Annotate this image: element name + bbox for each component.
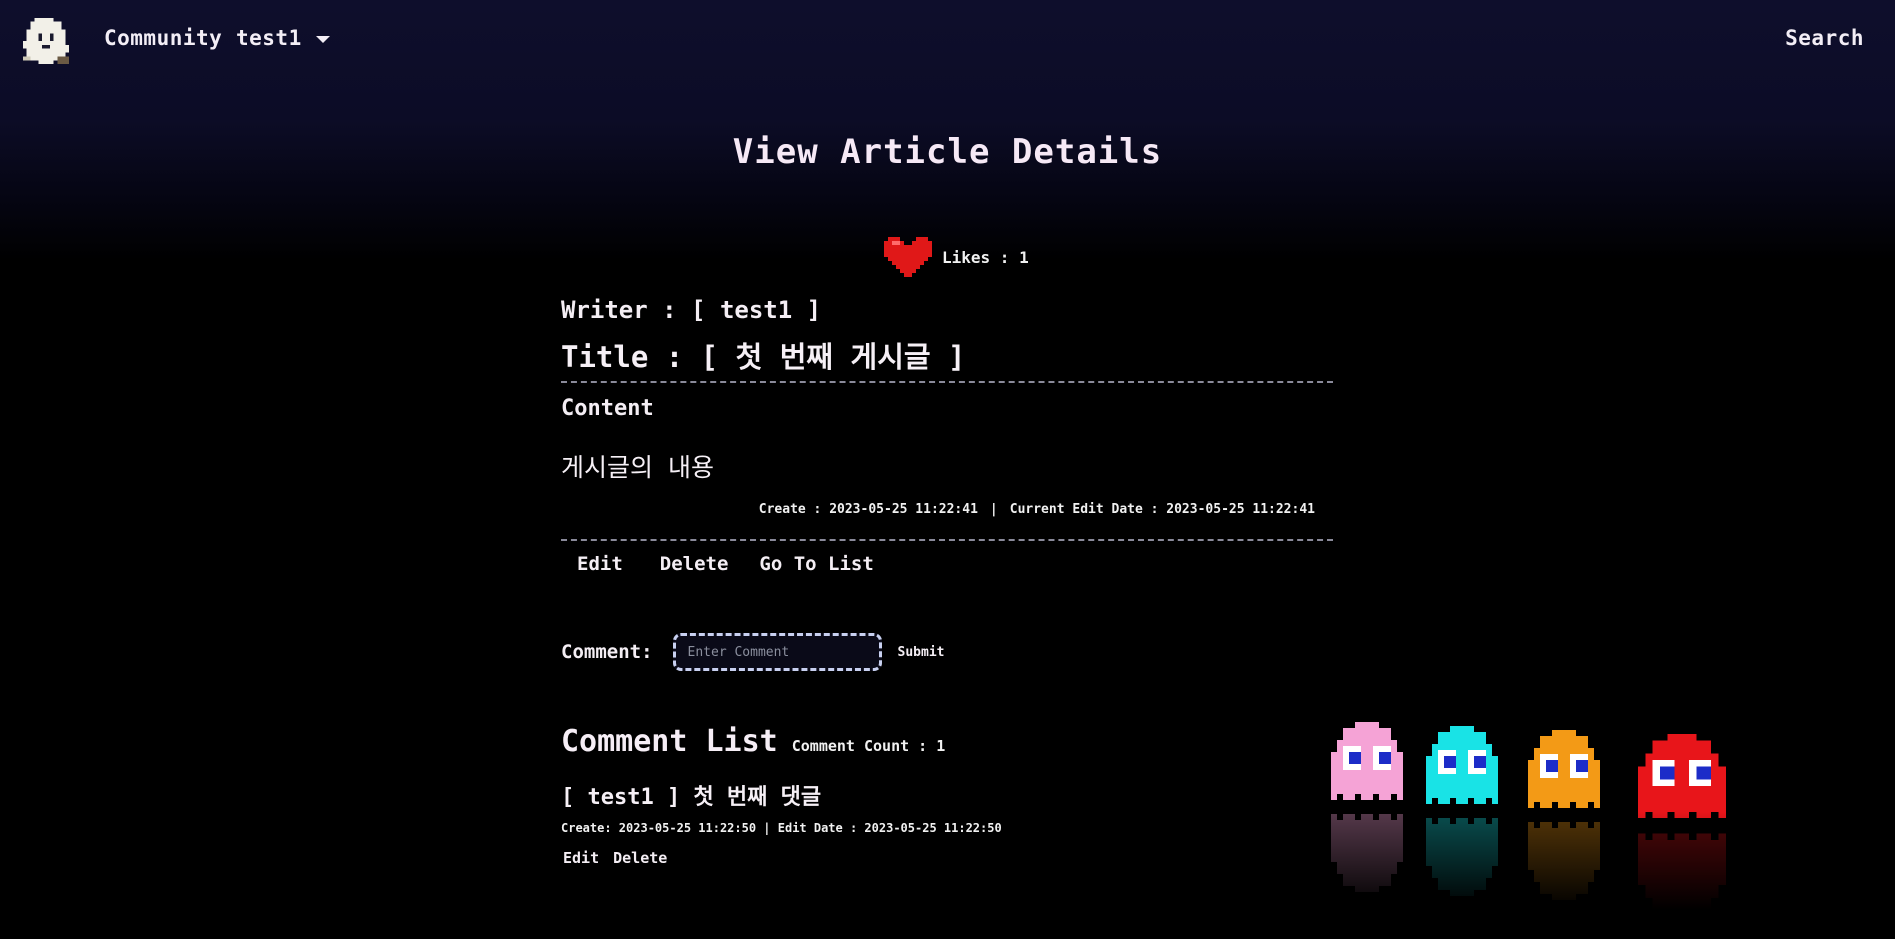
article-writer: Writer : [ test1 ]: [561, 296, 822, 324]
article-details: Writer : [ test1 ] Title : [ 첫 번째 게시글 ] …: [561, 296, 1333, 575]
article-title: Title : [ 첫 번째 게시글 ]: [561, 340, 966, 374]
comment-input[interactable]: [672, 633, 882, 671]
user-menu-dropdown[interactable]: test1: [236, 26, 330, 50]
comment-text: [ test1 ] 첫 번째 댓글: [561, 785, 822, 810]
edit-comment-button[interactable]: Edit: [563, 849, 599, 867]
edit-article-button[interactable]: Edit: [577, 553, 623, 575]
nav-search-link[interactable]: Search: [1785, 26, 1864, 50]
nav-community-link[interactable]: Community: [104, 26, 222, 50]
go-to-list-button[interactable]: Go To List: [759, 553, 873, 575]
comment-label: Comment:: [561, 641, 653, 663]
top-navbar: Community test1 Search: [0, 0, 1895, 80]
heart-icon: [884, 237, 932, 277]
delete-comment-button[interactable]: Delete: [613, 849, 667, 867]
user-menu-label: test1: [236, 26, 302, 50]
page-title: View Article Details: [732, 132, 1163, 172]
created-date: Create : 2023-05-25 11:22:41: [758, 502, 978, 517]
comment-count: Comment Count : 1: [791, 737, 946, 755]
likes-count: Likes : 1: [942, 247, 1029, 267]
article-actions: Edit Delete Go To List: [577, 553, 874, 575]
comment-list-header: Comment List Comment Count : 1: [561, 724, 1161, 759]
chevron-down-icon: [315, 36, 330, 43]
divider: [561, 539, 1333, 541]
comment-list: Comment List Comment Count : 1 [ test1 ]…: [561, 724, 1161, 867]
submit-comment-button[interactable]: Submit: [898, 645, 945, 660]
ghost-logo-icon[interactable]: [18, 14, 74, 68]
pacman-ghosts-decoration: [1325, 720, 1745, 918]
comment-actions: Edit Delete: [563, 849, 1161, 867]
article-dates: Create : 2023-05-25 11:22:41 | Current Edi…: [759, 502, 1315, 517]
article-content: 게시글의 내용: [561, 453, 715, 482]
delete-article-button[interactable]: Delete: [660, 553, 729, 575]
date-separator: |: [989, 502, 998, 517]
comment-item: [ test1 ] 첫 번째 댓글 Create: 2023-05-25 11:…: [561, 779, 1161, 867]
content-label: Content: [561, 396, 654, 421]
like-button[interactable]: Likes : 1: [884, 236, 1029, 278]
edited-date: Current Edit Date : 2023-05-25 11:22:41: [1009, 502, 1315, 517]
comment-list-title: Comment List: [561, 724, 778, 759]
divider: [561, 381, 1333, 383]
comment-form: Comment: Submit: [561, 633, 944, 671]
comment-dates: Create: 2023-05-25 11:22:50 | Edit Date …: [561, 821, 1002, 835]
